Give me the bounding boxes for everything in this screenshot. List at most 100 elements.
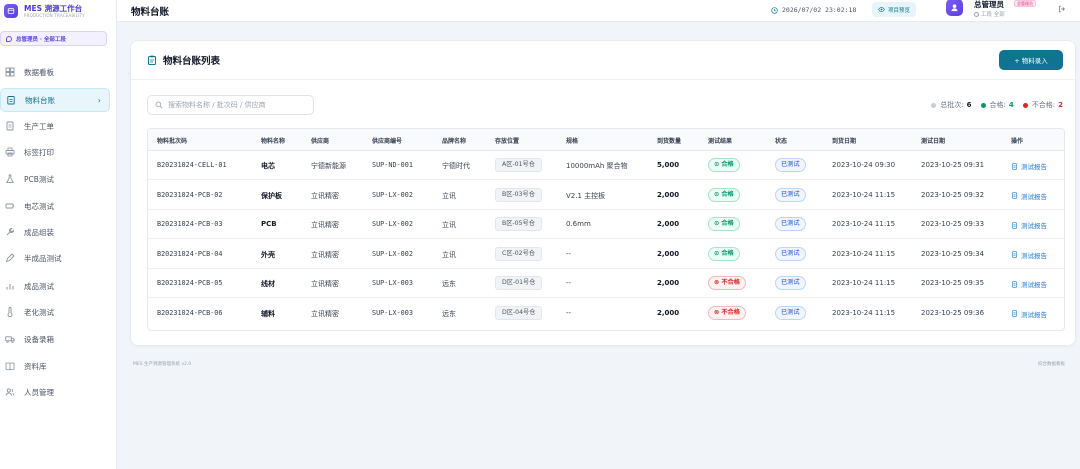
page-title: 物料台账 bbox=[131, 7, 170, 18]
cell-spec: 10000mAh 聚合物 bbox=[566, 162, 628, 170]
cell-qty: 2,000 bbox=[657, 279, 680, 287]
sidebar-item-assembly[interactable]: 成品组装 bbox=[0, 220, 110, 244]
column-header-brand[interactable]: 品牌名称 bbox=[442, 136, 466, 145]
report-icon bbox=[1012, 221, 1017, 229]
sidebar-item-product-test[interactable]: 成品测试 bbox=[0, 274, 110, 298]
column-header-location[interactable]: 存放位置 bbox=[495, 136, 519, 145]
column-header-qty[interactable]: 到货数量 bbox=[657, 136, 681, 145]
column-header-supplier[interactable]: 供应商 bbox=[311, 136, 329, 145]
column-header-result[interactable]: 测试结果 bbox=[708, 136, 732, 145]
test-report-link[interactable]: 测试报告 bbox=[1011, 309, 1047, 319]
cell-spec: 0.6mm bbox=[566, 220, 591, 228]
column-header-name[interactable]: 物料名称 bbox=[261, 136, 285, 145]
clipboard-icon bbox=[6, 95, 16, 105]
table-header: 物料批次码 物料名称 供应商 供应商编号 品牌名称 存放位置 规格 到货数量 测试结果 状态 到货日… bbox=[148, 129, 1064, 151]
cell-arrival-date: 2023-10-24 11:15 bbox=[832, 249, 896, 258]
station-icon bbox=[974, 11, 979, 17]
brand[interactable]: MES 溯源工作台 PRODUCTION TRACEABILITY bbox=[0, 0, 116, 22]
table-row[interactable]: B20231024-PCB-04 外壳 立讯精密 SUP-LX-002 立讯 C区-02号… bbox=[148, 240, 1064, 269]
avatar[interactable] bbox=[946, 0, 963, 16]
thermometer-icon bbox=[5, 307, 15, 317]
total-dot-icon bbox=[931, 102, 937, 108]
stat-pass-value: 4 bbox=[1008, 101, 1014, 109]
test-report-link[interactable]: 测试报告 bbox=[1011, 250, 1047, 260]
result-badge: ⊗ 不合格 bbox=[708, 305, 746, 320]
table-row[interactable]: B20231024-PCB-02 保护板 立讯精密 SUP-LX-002 立讯 B区-03… bbox=[148, 181, 1064, 210]
sidebar-item-cell-test[interactable]: 电芯测试 bbox=[0, 194, 110, 218]
cell-qty: 2,000 bbox=[657, 190, 680, 199]
column-header-status[interactable]: 状态 bbox=[775, 136, 787, 145]
cell-location: B区-03号仓 bbox=[495, 187, 542, 202]
stat-pass: 合格: 4 bbox=[980, 100, 1014, 110]
pass-dot-icon bbox=[980, 102, 986, 108]
column-header-supplier-no[interactable]: 供应商编号 bbox=[372, 136, 402, 145]
cell-spec: -- bbox=[566, 308, 572, 317]
sidebar-item-staff[interactable]: 人员管理 bbox=[0, 380, 110, 404]
pen-icon bbox=[5, 253, 15, 263]
status-badge: 已测试 bbox=[775, 305, 806, 320]
column-header-spec[interactable]: 规格 bbox=[566, 136, 578, 145]
column-header-action[interactable]: 操作 bbox=[1011, 136, 1023, 145]
divider bbox=[131, 79, 1075, 80]
cell-supplier-no: SUP-LX-002 bbox=[372, 220, 413, 228]
report-icon bbox=[1012, 251, 1017, 258]
sidebar-item-work-orders[interactable]: 生产工单 bbox=[0, 114, 110, 138]
cell-name: 线材 bbox=[261, 280, 275, 288]
cell-qty: 2,000 bbox=[657, 220, 680, 228]
sidebar-item-label: PCB测试 bbox=[24, 174, 54, 184]
user-station: 工段 全部 bbox=[974, 10, 1005, 18]
table-row[interactable]: B20231024-PCB-03 PCB 立讯精密 SUP-LX-002 立讯 B区-05… bbox=[148, 210, 1064, 239]
cell-spec: V2.1 主控板 bbox=[566, 191, 606, 200]
result-badge: ⊙ 合格 bbox=[708, 246, 740, 261]
test-report-link[interactable]: 测试报告 bbox=[1011, 279, 1047, 289]
stat-pass-label: 合格: bbox=[989, 101, 1006, 109]
user-station-text: 工段 全部 bbox=[981, 12, 1005, 18]
project-preview-button[interactable]: 项目预览 bbox=[872, 2, 917, 17]
sidebar-item-semi-test[interactable]: 半成品测试 bbox=[0, 246, 110, 270]
add-material-button[interactable]: + 物料录入 bbox=[999, 50, 1063, 70]
sidebar-item-library[interactable]: 资料库 bbox=[0, 354, 110, 378]
role-badge: 总管理员 · 全部工段 bbox=[0, 31, 107, 46]
cell-batch: B20231024-PCB-03 bbox=[157, 220, 223, 228]
test-report-link[interactable]: 测试报告 bbox=[1011, 191, 1047, 201]
sidebar-item-dashboard[interactable]: 数据看板 bbox=[0, 60, 110, 84]
sidebar-item-device-box[interactable]: 设备录箱 bbox=[0, 327, 110, 351]
report-icon bbox=[1012, 162, 1017, 170]
result-badge: ⊙ 合格 bbox=[708, 187, 740, 202]
search-input[interactable]: 搜索物料名称 / 批次码 / 供应商 bbox=[147, 95, 314, 115]
cell-location: B区-05号仓 bbox=[495, 217, 542, 231]
footer-version: MES 生产溯源管理系统 v2.0 bbox=[133, 362, 192, 367]
user-role-badge: 总管理员 bbox=[1014, 0, 1036, 7]
table-row[interactable]: B20231024-PCB-05 线材 立讯精密 SUP-LX-003 远东 D区-01号… bbox=[148, 269, 1064, 298]
sidebar-item-pcb-test[interactable]: PCB测试 bbox=[0, 167, 110, 191]
report-icon bbox=[1012, 310, 1017, 317]
cell-location: C区-02号仓 bbox=[495, 246, 542, 261]
sidebar-item-label: 数据看板 bbox=[24, 67, 54, 77]
search-icon bbox=[155, 101, 163, 109]
stat-fail-value: 2 bbox=[1058, 101, 1063, 109]
test-report-link[interactable]: 测试报告 bbox=[1011, 220, 1047, 230]
cell-brand: 立讯 bbox=[442, 191, 456, 200]
cell-location: D区-01号仓 bbox=[495, 276, 543, 290]
sidebar-item-aging-test[interactable]: 老化测试 bbox=[0, 300, 110, 324]
column-header-arrival-date[interactable]: 到货日期 bbox=[832, 136, 856, 145]
clock-text: 2026/07/02 23:02:18 bbox=[782, 6, 857, 14]
project-preview-label: 项目预览 bbox=[888, 7, 911, 14]
column-header-batch[interactable]: 物料批次码 bbox=[157, 136, 187, 145]
clipboard-icon bbox=[148, 55, 156, 65]
column-header-test-date[interactable]: 测试日期 bbox=[921, 136, 945, 145]
table-row[interactable]: B20231024-CELL-01 电芯 宁德新能源 SUP-ND-001 宁德时代 A区… bbox=[148, 151, 1064, 180]
sidebar-item-label-print[interactable]: 标签打印 bbox=[0, 140, 110, 164]
cell-spec: -- bbox=[566, 249, 572, 258]
logout-icon[interactable] bbox=[1058, 5, 1066, 13]
status-badge: 已测试 bbox=[775, 217, 806, 231]
sidebar-item-materials[interactable]: 物料台账 › bbox=[0, 88, 110, 112]
status-badge: 已测试 bbox=[775, 276, 806, 290]
cell-batch: B20231024-PCB-02 bbox=[157, 190, 223, 199]
flask-icon bbox=[5, 174, 15, 184]
table-row[interactable]: B20231024-PCB-06 辅料 立讯精密 SUP-LX-003 远东 D区-04号… bbox=[148, 299, 1064, 328]
footer-link[interactable]: 综合数据看板 bbox=[1038, 361, 1065, 367]
top-header: 物料台账 2026/07/02 23:02:18 项目预览 总管理员 总管理员 … bbox=[117, 0, 1080, 22]
sidebar-item-label: 物料台账 bbox=[25, 95, 55, 105]
test-report-link[interactable]: 测试报告 bbox=[1011, 161, 1047, 171]
